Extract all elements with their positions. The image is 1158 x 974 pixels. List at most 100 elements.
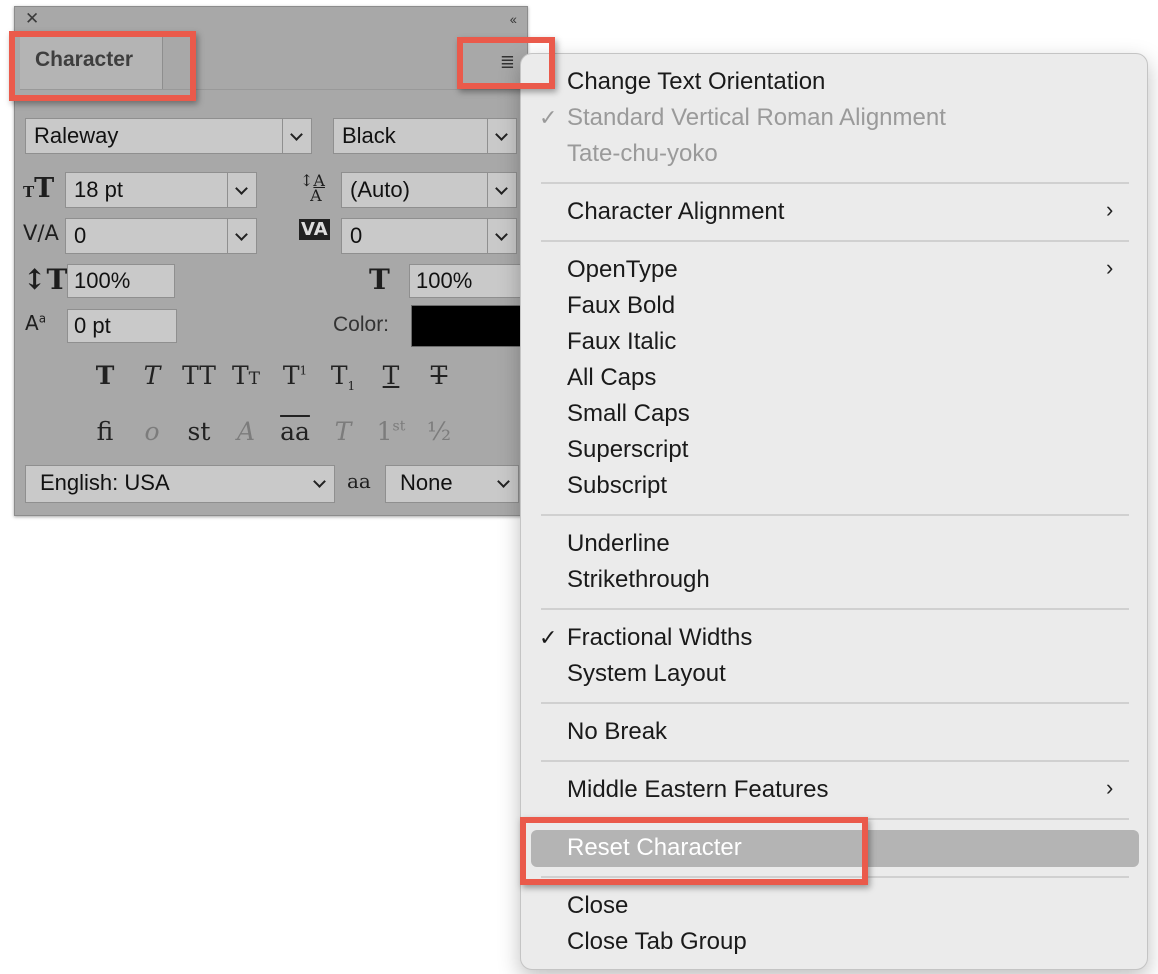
menu-item-label: Superscript: [567, 436, 689, 463]
kerning-icon: V/A: [23, 221, 59, 245]
menu-item-label: Change Text Orientation: [567, 68, 826, 95]
horizontal-scale-icon: T: [369, 263, 390, 296]
menu-item-label: All Caps: [567, 364, 657, 391]
menu-separator: [541, 760, 1129, 762]
tracking-select[interactable]: 0: [341, 218, 517, 254]
menu-item-label: Faux Italic: [567, 328, 677, 355]
submenu-arrow-icon: ›: [1106, 775, 1114, 800]
menu-item-label: OpenType: [567, 256, 678, 283]
underline-icon[interactable]: T: [373, 361, 409, 390]
vertical-scale-value: 100%: [74, 268, 131, 293]
baseline-shift-icon: Aa: [25, 311, 47, 335]
chevron-down-icon: [487, 219, 516, 253]
font-size-value: 18 pt: [74, 177, 123, 202]
language-value: English: USA: [40, 470, 170, 495]
menu-item-label: Middle Eastern Features: [567, 776, 829, 803]
color-swatch[interactable]: [411, 305, 523, 347]
chevron-down-icon: [227, 173, 256, 207]
font-family-select[interactable]: Raleway: [25, 118, 312, 154]
menu-item-fractional-widths[interactable]: ✓ Fractional Widths: [539, 623, 753, 653]
menu-item-label: Tate-chu-yoko: [567, 140, 718, 167]
menu-item-small-caps[interactable]: Small Caps: [567, 399, 690, 429]
panel-title-bar: ✕ ‹‹: [15, 7, 527, 31]
chevron-down-icon: [487, 119, 516, 153]
fractions-icon[interactable]: ½: [421, 417, 457, 446]
color-label: Color:: [333, 313, 390, 336]
close-icon[interactable]: ✕: [25, 9, 39, 29]
discretionary-ligatures-icon[interactable]: st: [181, 417, 217, 446]
menu-item-all-caps[interactable]: All Caps: [567, 363, 656, 393]
horizontal-scale-value: 100%: [416, 268, 473, 293]
menu-item-label: System Layout: [567, 660, 726, 687]
faux-italic-icon[interactable]: T: [134, 361, 170, 390]
all-caps-icon[interactable]: TT: [181, 361, 217, 390]
menu-separator: [541, 182, 1129, 184]
kerning-value: 0: [74, 223, 87, 248]
chevron-down-icon: [487, 173, 516, 207]
menu-item-opentype[interactable]: OpenType: [567, 255, 678, 285]
callout-tab-highlight: [9, 31, 196, 101]
menu-item-middle-eastern-features[interactable]: Middle Eastern Features: [567, 775, 828, 805]
font-family-value: Raleway: [34, 123, 119, 148]
baseline-shift-value: 0 pt: [74, 313, 111, 338]
collapse-icon[interactable]: ‹‹: [510, 9, 517, 29]
menu-item-label: No Break: [567, 718, 668, 745]
contextual-alternates-icon[interactable]: o: [134, 417, 170, 446]
menu-separator: [541, 514, 1129, 516]
vertical-scale-icon: ↕T: [23, 263, 68, 296]
menu-item-close-tab-group[interactable]: Close Tab Group: [567, 927, 747, 957]
font-size-icon: TT: [23, 173, 55, 204]
menu-item-character-alignment[interactable]: Character Alignment: [567, 197, 784, 227]
faux-bold-icon[interactable]: T: [87, 361, 123, 390]
titling-alternates-icon[interactable]: T: [325, 417, 361, 446]
ordinals-icon[interactable]: 1st: [373, 417, 409, 446]
antialias-icon: aa: [347, 469, 371, 493]
subscript-icon[interactable]: T1: [325, 361, 361, 393]
chevron-down-icon: [490, 466, 518, 502]
superscript-icon[interactable]: T1: [277, 361, 313, 390]
tracking-value: 0: [350, 223, 363, 248]
menu-item-subscript[interactable]: Subscript: [567, 471, 667, 501]
swash-icon[interactable]: A: [228, 417, 264, 446]
callout-reset-character-highlight: [520, 817, 868, 885]
menu-item-label: Close: [567, 892, 629, 919]
checkmark-icon: ✓: [539, 105, 558, 130]
menu-item-change-text-orientation[interactable]: Change Text Orientation: [567, 67, 825, 97]
menu-item-label: Standard Vertical Roman Alignment: [567, 104, 946, 131]
kerning-select[interactable]: 0: [65, 218, 257, 254]
font-style-select[interactable]: Black: [333, 118, 517, 154]
menu-item-underline[interactable]: Underline: [567, 529, 670, 559]
menu-item-faux-italic[interactable]: Faux Italic: [567, 327, 676, 357]
menu-item-no-break[interactable]: No Break: [567, 717, 667, 747]
standard-ligatures-icon[interactable]: fi: [87, 417, 123, 446]
menu-item-label: Character Alignment: [567, 198, 785, 225]
leading-select[interactable]: (Auto): [341, 172, 517, 208]
checkmark-icon: ✓: [539, 625, 558, 650]
menu-item-close[interactable]: Close: [567, 891, 628, 921]
stylistic-alternates-icon[interactable]: aa: [277, 417, 313, 446]
menu-item-superscript[interactable]: Superscript: [567, 435, 688, 465]
chevron-down-icon: [282, 119, 311, 153]
menu-item-label: Faux Bold: [567, 292, 676, 319]
menu-item-tate-chu-yoko: Tate-chu-yoko: [567, 139, 718, 169]
vertical-scale-input[interactable]: 100%: [67, 264, 175, 298]
menu-item-label: Subscript: [567, 472, 668, 499]
strikethrough-icon[interactable]: T: [421, 361, 457, 390]
small-caps-icon[interactable]: TT: [228, 361, 264, 390]
menu-separator: [541, 240, 1129, 242]
callout-menu-button-highlight: [457, 37, 555, 89]
menu-item-system-layout[interactable]: System Layout: [567, 659, 726, 689]
menu-item-faux-bold[interactable]: Faux Bold: [567, 291, 675, 321]
language-select[interactable]: English: USA: [25, 465, 335, 503]
menu-separator: [541, 608, 1129, 610]
font-size-select[interactable]: 18 pt: [65, 172, 257, 208]
menu-item-label: Fractional Widths: [567, 624, 753, 651]
menu-item-standard-vertical-roman-alignment: ✓ Standard Vertical Roman Alignment: [539, 103, 946, 133]
menu-item-strikethrough[interactable]: Strikethrough: [567, 565, 710, 595]
antialias-value: None: [400, 470, 453, 495]
antialias-select[interactable]: None: [385, 465, 519, 503]
horizontal-scale-input[interactable]: 100%: [409, 264, 521, 298]
menu-item-label: Strikethrough: [567, 566, 710, 593]
baseline-shift-input[interactable]: 0 pt: [67, 309, 177, 343]
submenu-arrow-icon: ›: [1106, 255, 1114, 280]
